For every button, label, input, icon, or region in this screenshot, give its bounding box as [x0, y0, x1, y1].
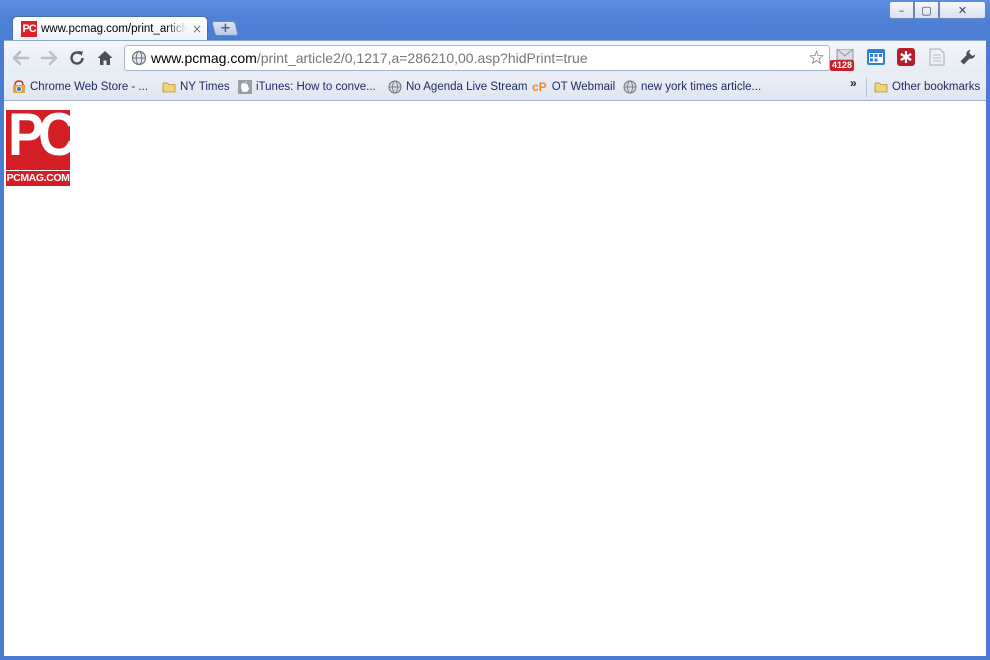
home-button[interactable]: [94, 47, 116, 69]
globe-icon: [623, 80, 637, 94]
bookmark-ot-webmail[interactable]: cP OT Webmail: [532, 79, 615, 95]
page-icon: [929, 48, 945, 66]
bookmark-label: NY Times: [180, 81, 230, 93]
url-host: www.pcmag.com: [151, 50, 257, 66]
bookmarks-separator: [866, 77, 867, 97]
bookmark-folder-ny-times[interactable]: NY Times: [162, 79, 230, 95]
bookmark-label: No Agenda Live Stream: [406, 81, 528, 93]
new-tab-button[interactable]: +: [211, 21, 239, 36]
url-path: /print_article2/0,1217,a=286210,00.asp?h…: [256, 50, 588, 66]
back-button[interactable]: [10, 47, 32, 69]
folder-icon: [162, 82, 176, 93]
bookmark-folder-other[interactable]: Other bookmarks: [874, 79, 980, 95]
window-controls: – ▢ ✕: [889, 1, 986, 19]
mail-checker-extension-icon[interactable]: 4128: [830, 48, 855, 71]
bookmark-label: iTunes: How to conve...: [256, 81, 376, 93]
browser-window: PC www.pcmag.com/print_article2/0,1217,a…: [0, 0, 990, 660]
lastpass-extension-icon[interactable]: [897, 48, 917, 68]
unread-count-badge: 4128: [830, 60, 855, 71]
home-icon: [97, 51, 113, 65]
bookmark-star-icon[interactable]: ☆: [808, 47, 825, 69]
address-bar[interactable]: www.pcmag.com/print_article2/0,1217,a=28…: [124, 45, 830, 71]
plus-icon: +: [219, 21, 231, 36]
forward-arrow-icon: [40, 50, 58, 66]
bookmarks-overflow-chevron-icon[interactable]: »: [850, 76, 857, 90]
asterisk-icon: [897, 48, 915, 66]
calendar-icon: [867, 49, 885, 65]
close-window-button[interactable]: ✕: [939, 1, 986, 19]
folder-icon: [874, 82, 888, 93]
bookmark-label: Other bookmarks: [892, 81, 981, 93]
bookmarks-bar: Chrome Web Store - ... NY Times iTunes: …: [4, 74, 986, 101]
bookmark-no-agenda[interactable]: No Agenda Live Stream: [388, 79, 527, 95]
reload-icon: [70, 51, 84, 65]
bookmark-itunes[interactable]: iTunes: How to conve...: [238, 79, 376, 95]
bookmark-label: new york times article...: [641, 81, 762, 93]
tab-strip: PC www.pcmag.com/print_article2/0,1217,a…: [0, 0, 990, 40]
bookmark-nyt-article[interactable]: new york times article...: [623, 79, 761, 95]
bookmark-label: OT Webmail: [551, 81, 616, 93]
tab-title: www.pcmag.com/print_article2/0,1217,a=28…: [41, 22, 187, 35]
page-content: PC PCMAG.COM: [4, 101, 986, 656]
settings-wrench-button[interactable]: [959, 48, 979, 68]
globe-icon: [388, 80, 402, 94]
maximize-button[interactable]: ▢: [914, 1, 939, 19]
calendar-extension-icon[interactable]: [866, 48, 886, 68]
pcmag-favicon-icon: PC: [21, 20, 37, 37]
logo-pc-text: PC: [8, 101, 77, 169]
apple-icon: [238, 80, 252, 94]
page-globe-icon: [131, 50, 147, 66]
wrench-icon: [960, 49, 976, 65]
cpanel-icon: cP: [532, 80, 547, 94]
reload-button[interactable]: [66, 47, 88, 69]
page-notes-extension-icon[interactable]: [929, 48, 949, 68]
back-arrow-icon: [12, 50, 30, 66]
window-bottom-border: [0, 656, 990, 660]
pcmag-logo[interactable]: PC PCMAG.COM: [6, 101, 77, 186]
minimize-button[interactable]: –: [889, 1, 914, 19]
navigation-toolbar: www.pcmag.com/print_article2/0,1217,a=28…: [4, 40, 986, 75]
bookmark-label: Chrome Web Store - ...: [30, 81, 149, 93]
bookmark-chrome-web-store[interactable]: Chrome Web Store - ...: [12, 79, 148, 95]
logo-pcmag-text: PCMAG.COM: [6, 170, 70, 184]
chrome-store-icon: [13, 80, 25, 93]
tab-close-icon[interactable]: ×: [191, 22, 203, 36]
forward-button[interactable]: [38, 47, 60, 69]
tab-pcmag[interactable]: PC www.pcmag.com/print_article2/0,1217,a…: [12, 16, 208, 40]
